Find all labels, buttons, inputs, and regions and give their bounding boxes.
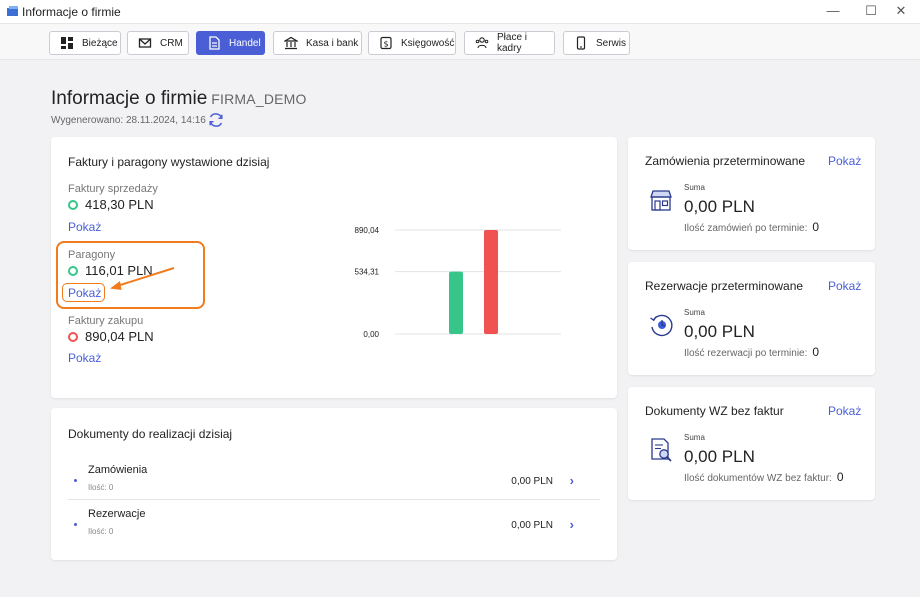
purchase-invoices-show-link[interactable]: Pokaż: [68, 351, 101, 365]
store-icon: [650, 190, 672, 211]
receipts-show-link[interactable]: Pokaż: [68, 286, 101, 300]
document-row-count: Ilość: 0: [88, 527, 114, 536]
toolbar-button-handel[interactable]: Handel: [196, 31, 265, 55]
toolbar-button-kasa-i-bank[interactable]: Kasa i bank: [273, 31, 362, 55]
toolbar-button-label: Handel: [229, 37, 261, 49]
device-icon: [576, 36, 586, 50]
chevron-right-icon[interactable]: ›: [570, 473, 574, 488]
app-icon: [7, 6, 18, 16]
document-row-orders[interactable]: Zamówienia Ilość: 0 0,00 PLN ›: [68, 459, 600, 503]
chart-tick-label: 0,00: [363, 330, 379, 339]
document-row-amount: 0,00 PLN: [511, 476, 553, 487]
toolbar-button-label: Księgowość: [401, 37, 455, 49]
toolbar-button-label: Bieżące: [82, 37, 118, 49]
overdue-reservations-sum-label: Suma: [684, 308, 705, 317]
page-title: Informacje o firmie FIRMA_DEMO: [51, 88, 307, 110]
bank-icon: [284, 36, 298, 50]
clock-history-icon: [650, 314, 673, 337]
purchase-invoices-value: 890,04 PLN: [85, 329, 154, 344]
wz-documents-title: Dokumenty WZ bez faktur: [645, 404, 784, 418]
sales-invoices-value: 418,30 PLN: [85, 197, 154, 212]
invoices-bar-chart: 890,04 534,31 0,00: [355, 226, 561, 339]
document-icon: [209, 36, 220, 50]
overdue-reservations-show-link[interactable]: Pokaż: [828, 279, 861, 293]
document-row-name: Zamówienia: [88, 464, 148, 476]
close-button[interactable]: ✕: [882, 0, 920, 24]
toolbar-button-place-i-kadry[interactable]: Płace i kadry: [464, 31, 555, 55]
invoices-card-title: Faktury i paragony wystawione dzisiaj: [68, 155, 270, 169]
wz-documents-show-link[interactable]: Pokaż: [828, 404, 861, 418]
chart-bar-purchases: [484, 230, 498, 334]
receipts-label: Paragony: [68, 249, 116, 261]
overdue-orders-show-link[interactable]: Pokaż: [828, 154, 861, 168]
overdue-reservations-title: Rezerwacje przeterminowane: [645, 279, 804, 293]
chart-tick-label: 890,04: [355, 226, 380, 235]
chart-tick-label: 534,31: [355, 268, 380, 277]
toolbar-button-label: Kasa i bank: [306, 37, 359, 49]
refresh-icon[interactable]: [207, 111, 225, 129]
envelope-icon: [138, 38, 152, 48]
company-name: FIRMA_DEMO: [211, 91, 307, 107]
document-row-amount: 0,00 PLN: [511, 520, 553, 531]
chevron-right-icon[interactable]: ›: [570, 517, 574, 532]
overdue-orders-count: 0: [812, 220, 820, 234]
dashboard-icon: [61, 37, 73, 49]
page-title-text: Informacje o firmie: [51, 88, 208, 109]
people-icon: [475, 37, 489, 49]
wz-documents-sum-label: Suma: [684, 433, 705, 442]
sales-invoices-show-link[interactable]: Pokaż: [68, 220, 101, 234]
overdue-reservations-count-label: Ilość rezerwacji po terminie:: [684, 348, 808, 359]
overdue-reservations-count-line: Ilość rezerwacji po terminie: 0: [684, 345, 819, 359]
expense-ring-icon: [68, 331, 78, 342]
purchase-invoices-value-row: 890,04 PLN: [68, 329, 154, 344]
sales-invoices-label: Faktury sprzedaży: [68, 183, 158, 195]
document-row-reservations[interactable]: Rezerwacje Ilość: 0 0,00 PLN ›: [68, 503, 600, 547]
overdue-orders-amount: 0,00 PLN: [684, 197, 755, 216]
generated-timestamp: Wygenerowano: 28.11.2024, 14:16: [51, 115, 206, 126]
purchase-invoices-label: Faktury zakupu: [68, 315, 144, 327]
dollar-document-icon: $: [380, 36, 392, 50]
annotation-arrow: [110, 267, 175, 290]
income-ring-icon: [68, 265, 78, 276]
wz-documents-count-line: Ilość dokumentów WZ bez faktur: 0: [684, 470, 844, 484]
row-divider: [68, 499, 600, 500]
svg-text:$: $: [383, 40, 388, 49]
documents-card-title: Dokumenty do realizacji dzisiaj: [68, 427, 233, 441]
chart-bar-sales: [449, 271, 463, 334]
toolbar-button-serwis[interactable]: Serwis: [563, 31, 630, 55]
toolbar-button-label: Płace i kadry: [497, 32, 528, 54]
document-search-icon: [651, 438, 672, 462]
wz-documents-count-label: Ilość dokumentów WZ bez faktur:: [684, 473, 832, 484]
bullet-icon: [74, 523, 77, 526]
overdue-reservations-count: 0: [812, 345, 820, 359]
toolbar-button-crm[interactable]: CRM: [127, 31, 189, 55]
bullet-icon: [74, 479, 77, 482]
overdue-orders-title: Zamówienia przeterminowane: [645, 154, 806, 168]
toolbar-button-biezace[interactable]: Bieżące: [49, 31, 121, 55]
toolbar-button-ksiegowosc[interactable]: $ Księgowość: [368, 31, 456, 55]
sales-invoices-value-row: 418,30 PLN: [68, 197, 154, 212]
income-ring-icon: [68, 199, 78, 210]
overdue-reservations-amount: 0,00 PLN: [684, 322, 755, 341]
overdue-orders-count-label: Ilość zamówień po terminie:: [684, 223, 808, 234]
toolbar-button-label: CRM: [160, 37, 183, 49]
wz-documents-count: 0: [836, 470, 844, 484]
overdue-orders-count-line: Ilość zamówień po terminie: 0: [684, 220, 819, 234]
toolbar-button-label: Serwis: [596, 37, 627, 49]
module-toolbar: Bieżące CRM Handel Kasa i bank $ Księgow…: [0, 24, 920, 60]
document-row-name: Rezerwacje: [88, 508, 146, 520]
window-title: Informacje o firmie: [22, 5, 121, 19]
overdue-orders-sum-label: Suma: [684, 183, 705, 192]
document-row-count: Ilość: 0: [88, 483, 114, 492]
minimize-button[interactable]: —: [814, 0, 852, 24]
title-bar: Informacje o firmie — ☐ ✕: [0, 0, 920, 24]
wz-documents-amount: 0,00 PLN: [684, 447, 755, 466]
